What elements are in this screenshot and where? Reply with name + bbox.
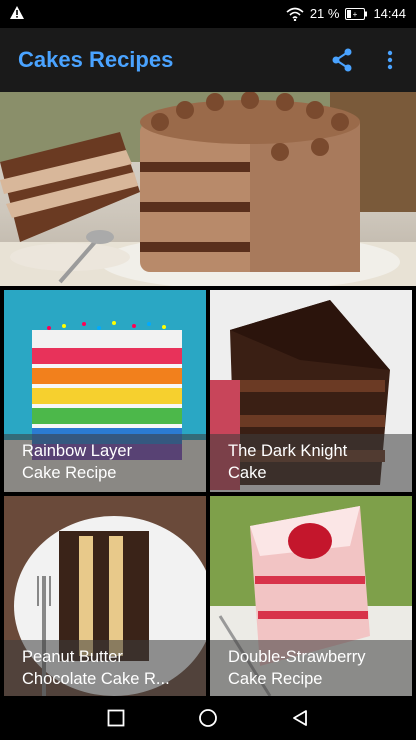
home-button[interactable]: [194, 704, 222, 732]
card-caption: Rainbow Layer Cake Recipe: [4, 434, 206, 492]
recipe-title: The Dark Knight Cake: [228, 442, 348, 482]
home-icon: [199, 709, 217, 727]
status-bar: 21 % + 14:44: [0, 0, 416, 28]
battery-percent: 21 %: [309, 6, 340, 21]
overflow-menu-icon: [387, 50, 393, 70]
warning-icon: [10, 6, 24, 19]
back-button[interactable]: [286, 704, 314, 732]
recipe-title: Peanut Butter Chocolate Cake R...: [22, 648, 170, 688]
share-button[interactable]: [326, 44, 358, 76]
wifi-icon: [286, 7, 304, 21]
recipe-title: Double-Strawberry Cake Recipe: [228, 648, 366, 688]
card-caption: Double-Strawberry Cake Recipe: [210, 640, 412, 698]
app-title: Cakes Recipes: [18, 47, 174, 72]
card-caption: The Dark Knight Cake: [210, 434, 412, 492]
svg-text:+: +: [353, 10, 358, 19]
card-caption: Peanut Butter Chocolate Cake R...: [4, 640, 206, 698]
recipe-card[interactable]: Rainbow Layer Cake Recipe: [4, 290, 206, 492]
battery-icon: +: [345, 7, 368, 20]
back-icon: [293, 710, 307, 726]
overflow-menu-button[interactable]: [374, 44, 406, 76]
system-nav-bar: [0, 696, 416, 740]
app-bar: Cakes Recipes: [0, 28, 416, 92]
clock: 14:44: [373, 6, 406, 21]
chocolate-layer-cake-photo: [0, 92, 416, 286]
status-left: [10, 6, 24, 22]
recipe-card[interactable]: Peanut Butter Chocolate Cake R...: [4, 496, 206, 698]
hero-banner[interactable]: [0, 92, 416, 286]
status-right: 21 % + 14:44: [286, 6, 406, 21]
recipe-card[interactable]: The Dark Knight Cake: [210, 290, 412, 492]
recents-button[interactable]: [102, 704, 130, 732]
recipe-card[interactable]: Double-Strawberry Cake Recipe: [210, 496, 412, 698]
recipe-grid: Rainbow Layer Cake Recipe The Dark Knigh…: [0, 286, 416, 698]
recents-icon: [107, 709, 125, 727]
share-icon: [332, 48, 352, 72]
recipe-title: Rainbow Layer Cake Recipe: [22, 442, 133, 482]
